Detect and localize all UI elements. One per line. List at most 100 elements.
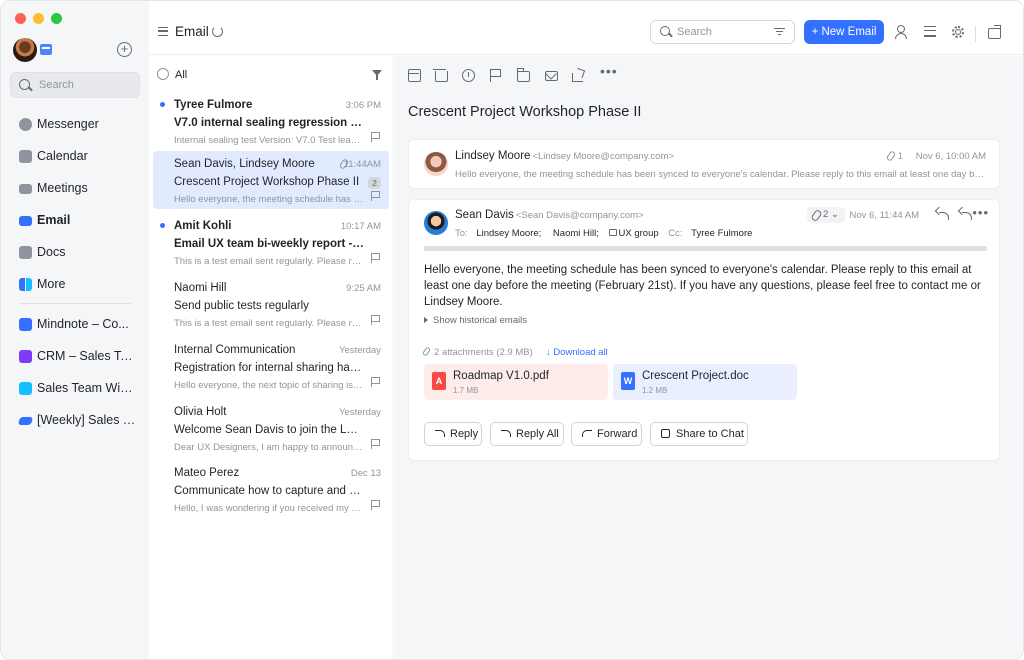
delete-icon[interactable] <box>433 69 448 82</box>
sidebar-item-email[interactable]: Email <box>1 205 149 237</box>
recipient[interactable]: Naomi Hill; <box>553 228 599 239</box>
flag-icon[interactable] <box>371 132 380 142</box>
flag-icon[interactable] <box>371 439 380 449</box>
contacts-icon[interactable] <box>895 25 909 39</box>
email-action-bar: ••• <box>395 56 1023 94</box>
more-icon[interactable]: ••• <box>600 63 617 79</box>
reply-button[interactable]: Reply <box>424 422 482 446</box>
reply-all-icon[interactable] <box>962 212 972 220</box>
close-window-button[interactable] <box>15 13 26 24</box>
add-button[interactable]: + <box>117 42 132 57</box>
email-row[interactable]: Internal Communication Yesterday Registr… <box>153 337 389 395</box>
message-card-collapsed[interactable]: Lindsey Moore <Lindsey Moore@company.com>… <box>408 139 1000 189</box>
download-all-link[interactable]: ↓ Download all <box>546 347 608 358</box>
recipient[interactable]: Lindsey Moore; <box>476 228 541 239</box>
file-size: 1.7 MB <box>453 386 479 395</box>
move-to-folder-icon[interactable] <box>517 68 530 82</box>
email-row[interactable]: Amit Kohli 10:17 AM Email UX team bi-wee… <box>153 213 389 271</box>
share-icon[interactable] <box>572 73 583 82</box>
sidebar-item-messenger[interactable]: Messenger <box>1 109 149 141</box>
email-row[interactable]: Sean Davis, Lindsey Moore 11:44AM Cresce… <box>153 151 389 209</box>
email-subject: Welcome Sean Davis to join the Lark UX t… <box>174 424 364 436</box>
reply-all-icon <box>501 430 511 437</box>
attachment-count: 2 <box>823 209 829 220</box>
email-subject: Communicate how to capture and archive..… <box>174 485 364 497</box>
maximize-window-button[interactable] <box>51 13 62 24</box>
forward-button[interactable]: Forward <box>571 422 642 446</box>
file-size: 1.2 MB <box>642 386 668 395</box>
collapse-sidebar-icon[interactable] <box>158 27 168 36</box>
archive-icon[interactable] <box>408 69 421 82</box>
minimize-window-button[interactable] <box>33 13 44 24</box>
mark-unread-icon[interactable] <box>545 71 558 81</box>
wiki-icon <box>19 382 32 395</box>
user-avatar[interactable] <box>13 38 37 62</box>
popout-window-icon[interactable] <box>988 25 1002 39</box>
app-window: + Search Messenger Calendar Meetings Ema… <box>0 0 1024 660</box>
show-history-toggle[interactable]: Show historical emails <box>424 315 527 326</box>
mindnote-icon <box>19 318 32 331</box>
sidebar-item-label: Calendar <box>37 149 88 163</box>
email-sender: Mateo Perez <box>174 467 240 479</box>
email-preview: This is a test email sent regularly. Ple… <box>174 256 364 267</box>
sidebar-item-label: More <box>37 277 66 291</box>
reply-all-button[interactable]: Reply All <box>490 422 564 446</box>
email-time: 9:25 AM <box>346 283 381 294</box>
select-all-checkbox[interactable] <box>157 68 169 80</box>
flag-icon[interactable] <box>371 253 380 263</box>
flag-icon[interactable] <box>371 377 380 387</box>
sender-avatar <box>424 152 448 176</box>
email-row[interactable]: Mateo Perez Dec 13 Communicate how to ca… <box>153 460 389 518</box>
unread-indicator <box>160 223 165 228</box>
sidebar-item-meetings[interactable]: Meetings <box>1 173 149 205</box>
share-to-chat-button[interactable]: Share to Chat <box>650 422 748 446</box>
share-label: Share to Chat <box>676 428 744 440</box>
report-spam-icon[interactable] <box>462 69 475 82</box>
email-time: 10:17 AM <box>340 221 381 232</box>
flag-icon[interactable] <box>371 191 380 201</box>
reply-label: Reply <box>450 428 479 440</box>
email-preview: Hello everyone, the next topic of sharin… <box>174 380 364 391</box>
cc-recipient[interactable]: Tyree Fulmore <box>691 228 752 239</box>
sidebar-item-calendar[interactable]: Calendar <box>1 141 149 173</box>
sidebar-item-docs[interactable]: Docs <box>1 237 149 269</box>
flag-icon[interactable] <box>371 500 380 510</box>
attachment-icon <box>421 346 432 357</box>
new-email-button[interactable]: + New Email <box>804 20 884 44</box>
pinned-item-crm[interactable]: CRM – Sales Te... <box>1 341 149 373</box>
attachments-dropdown[interactable]: 2 ⌄ <box>807 207 845 223</box>
settings-icon[interactable] <box>951 25 965 39</box>
flag-icon[interactable] <box>371 315 380 325</box>
list-view-icon[interactable] <box>924 25 938 39</box>
email-time: Dec 13 <box>350 468 381 479</box>
search-input[interactable]: Search <box>650 20 795 44</box>
email-sender: Tyree Fulmore <box>174 99 253 111</box>
filter-icon[interactable] <box>372 70 382 80</box>
recipient-group[interactable]: UX group <box>619 228 659 239</box>
sidebar-item-more[interactable]: More <box>1 269 149 301</box>
message-card-expanded: Sean Davis <Sean Davis@company.com> 2 ⌄ N… <box>408 199 1000 461</box>
weekly-icon <box>17 417 34 425</box>
pinned-item-wiki[interactable]: Sales Team Wiki... <box>1 373 149 405</box>
flag-icon[interactable] <box>490 69 503 82</box>
email-row[interactable]: Olivia Holt Yesterday Welcome Sean Davis… <box>153 399 389 457</box>
pinned-item-weekly[interactable]: [Weekly] Sales T... <box>1 405 149 437</box>
sender-address: <Sean Davis@company.com> <box>515 210 644 221</box>
calendar-icon <box>19 150 32 163</box>
pinned-item-mindnote[interactable]: Mindnote – Co... <box>1 309 149 341</box>
attachment-file[interactable]: W Crescent Project.doc 1.2 MB <box>613 364 797 400</box>
email-row[interactable]: Naomi Hill 9:25 AM Send public tests reg… <box>153 275 389 333</box>
reply-all-label: Reply All <box>516 428 559 440</box>
search-icon <box>660 26 670 36</box>
search-filter-icon[interactable] <box>774 28 785 36</box>
reply-icon[interactable] <box>939 212 949 220</box>
email-row[interactable]: Tyree Fulmore 3:06 PM V7.0 internal seal… <box>153 92 389 150</box>
search-placeholder: Search <box>677 26 712 38</box>
sidebar-search-input[interactable]: Search <box>10 72 140 98</box>
attachment-file[interactable]: A Roadmap V1.0.pdf 1.7 MB <box>424 364 608 400</box>
refresh-icon[interactable] <box>212 26 223 37</box>
attachment-icon <box>885 150 897 162</box>
more-icon[interactable]: ••• <box>972 205 989 220</box>
video-icon <box>19 184 32 194</box>
email-time: 3:06 PM <box>345 100 381 111</box>
